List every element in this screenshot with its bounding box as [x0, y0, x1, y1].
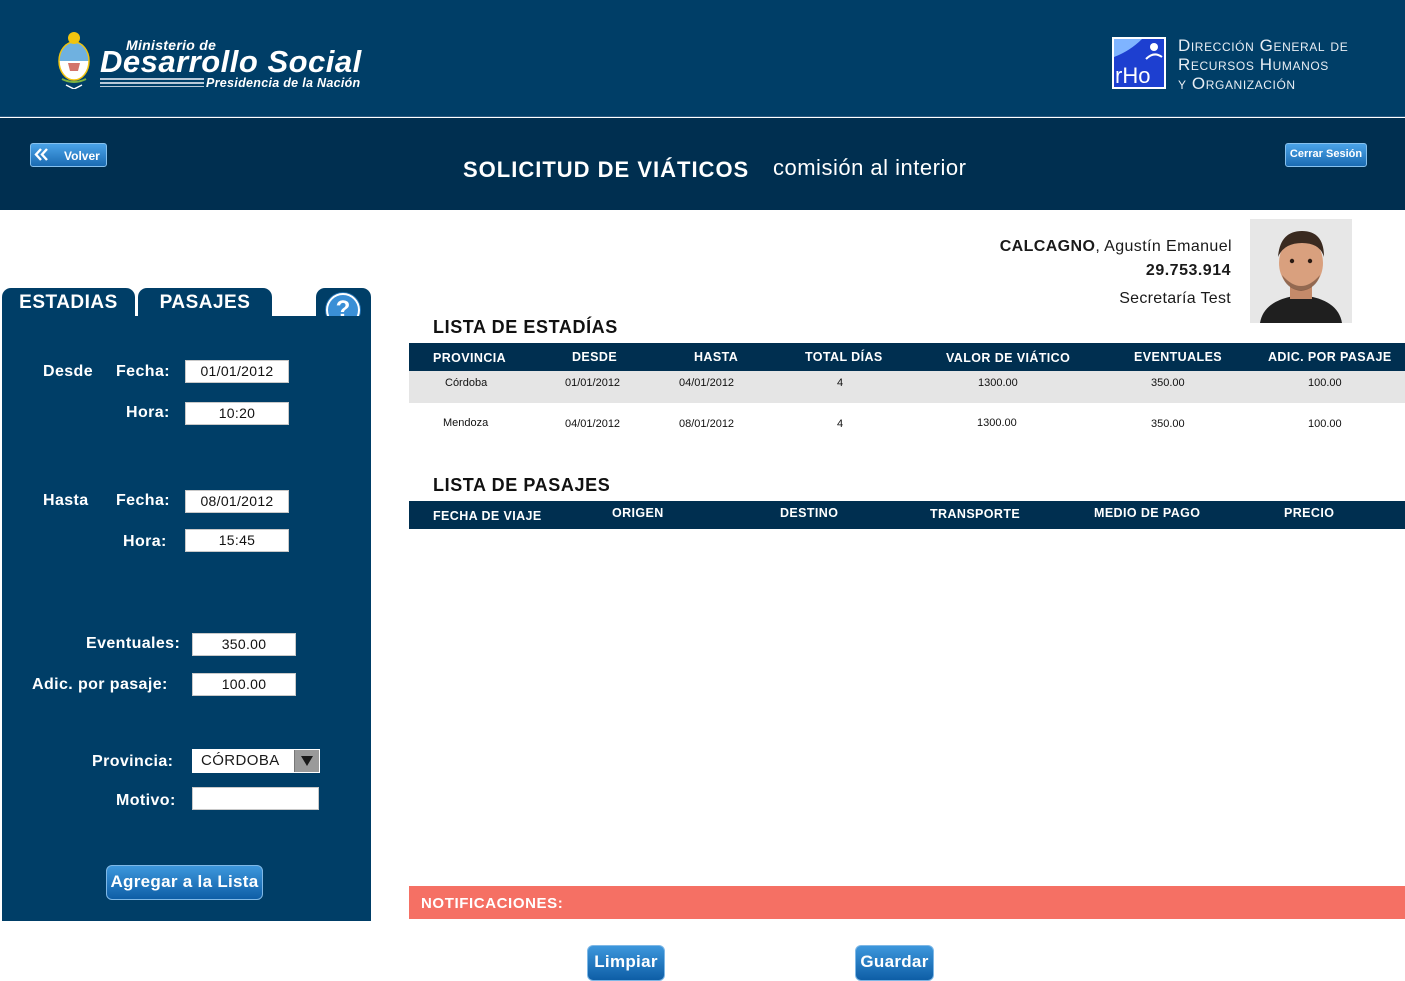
ministry-lines-decoration [100, 78, 204, 87]
col-origen: ORIGEN [612, 506, 664, 520]
col-provincia: PROVINCIA [433, 351, 507, 365]
provincia-select[interactable]: CÓRDOBA [192, 749, 320, 773]
desde-hora-label: Hora: [126, 404, 170, 421]
ministry-line-2: Desarrollo Social [100, 44, 362, 79]
hasta-fecha-input[interactable]: 08/01/2012 [185, 490, 289, 513]
adic-pasaje-label: Adic. por pasaje: [32, 676, 168, 693]
pasajes-table-header: FECHA DE VIAJE ORIGEN DESTINO TRANSPORTE… [409, 501, 1405, 529]
hasta-hora-label: Hora: [123, 533, 167, 550]
top-header: Ministerio de Desarrollo Social Presiden… [0, 0, 1405, 117]
help-tab: ? [316, 288, 371, 327]
col-adic-pasaje: ADIC. POR PASAJE [1268, 350, 1392, 364]
desde-label: Desde [43, 363, 94, 380]
col-fecha-viaje: FECHA DE VIAJE [433, 509, 542, 523]
cell-eventuales: 350.00 [1151, 377, 1185, 389]
tab-estadias[interactable]: ESTADIAS [2, 288, 135, 318]
eventuales-label: Eventuales: [86, 635, 181, 652]
col-transporte: TRANSPORTE [930, 507, 1021, 521]
double-chevron-left-icon [34, 148, 48, 161]
col-eventuales: EVENTUALES [1134, 350, 1223, 364]
desde-hora-input[interactable]: 10:20 [185, 402, 289, 425]
rho-logo-icon: rHo [1112, 37, 1166, 89]
provincia-select-value: CÓRDOBA [201, 752, 280, 769]
hasta-fecha-label: Fecha: [116, 492, 170, 509]
cell-provincia: Mendoza [443, 417, 489, 429]
table-row[interactable]: Mendoza 04/01/2012 08/01/2012 4 1300.00 … [409, 410, 1405, 442]
cell-desde: 04/01/2012 [565, 418, 621, 430]
user-office: Secretaría Test [1119, 290, 1231, 307]
cell-eventuales: 350.00 [1151, 418, 1185, 430]
cell-adic-pasaje: 100.00 [1308, 418, 1342, 430]
user-given-name: , Agustín Emanuel [1095, 238, 1232, 255]
user-avatar [1250, 219, 1352, 323]
cell-hasta: 04/01/2012 [679, 377, 735, 389]
notifications-label: NOTIFICACIONES: [421, 895, 564, 912]
col-destino: DESTINO [780, 506, 839, 520]
add-to-list-button[interactable]: Agregar a la Lista [106, 865, 263, 900]
cell-desde: 01/01/2012 [565, 377, 621, 389]
hasta-label: Hasta [43, 492, 89, 509]
save-button[interactable]: Guardar [855, 945, 934, 981]
desde-fecha-label: Fecha: [116, 363, 170, 380]
hasta-hora-input[interactable]: 15:45 [185, 529, 289, 552]
clear-button[interactable]: Limpiar [587, 945, 665, 981]
provincia-label: Provincia: [92, 753, 174, 770]
rho-logo-text: rHo [1115, 63, 1150, 88]
col-desde: DESDE [572, 350, 618, 364]
col-total-dias: TOTAL DÍAS [805, 350, 883, 364]
direccion-line-3: y Organización [1178, 74, 1296, 93]
direccion-line-2: Recursos Humanos [1178, 55, 1329, 74]
estadias-form-panel: Desde Fecha: 01/01/2012 Hora: 10:20 Hast… [2, 316, 371, 921]
user-name: CALCAGNO, Agustín Emanuel [1000, 238, 1232, 256]
argentina-crest-icon [58, 32, 90, 89]
cell-total-dias: 4 [837, 418, 844, 430]
ministry-line-3: Presidencia de la Nación [206, 76, 361, 90]
pasajes-list-title: LISTA DE PASAJES [433, 475, 611, 495]
direccion-line-1: Dirección General de [1178, 36, 1349, 55]
estadias-list-title: LISTA DE ESTADÍAS [433, 317, 618, 337]
triangle-down-icon [301, 756, 313, 766]
col-hasta: HASTA [694, 350, 739, 364]
page-title: SOLICITUD DE VIÁTICOS [463, 157, 750, 182]
adic-pasaje-input[interactable]: 100.00 [192, 673, 296, 696]
motivo-input[interactable] [192, 787, 319, 810]
cell-valor-viatico: 1300.00 [977, 417, 1017, 429]
cell-provincia: Córdoba [445, 377, 488, 389]
cell-total-dias: 4 [837, 377, 844, 389]
desde-fecha-input[interactable]: 01/01/2012 [185, 360, 289, 383]
back-button[interactable]: Volver [30, 143, 107, 167]
table-row[interactable]: Córdoba 01/01/2012 04/01/2012 4 1300.00 … [409, 371, 1405, 403]
notifications-bar: NOTIFICACIONES: [409, 886, 1405, 919]
cell-hasta: 08/01/2012 [679, 418, 735, 430]
page-subtitle: comisión al interior [773, 155, 967, 180]
rho-logo: rHo [1112, 37, 1166, 89]
col-valor-viatico: VALOR DE VIÁTICO [946, 351, 1071, 365]
user-photo [1250, 219, 1352, 323]
cell-valor-viatico: 1300.00 [978, 377, 1018, 389]
col-precio: PRECIO [1284, 506, 1335, 520]
logout-button[interactable]: Cerrar Sesión [1285, 143, 1367, 167]
eventuales-input[interactable]: 350.00 [192, 633, 296, 656]
dropdown-arrow[interactable] [294, 750, 319, 772]
ministry-logo: Ministerio de Desarrollo Social Presiden… [54, 27, 394, 91]
user-surname: CALCAGNO [999, 238, 1096, 255]
back-button-label: Volver [64, 149, 100, 163]
tab-pasajes[interactable]: PASAJES [138, 288, 272, 318]
estadias-table-header: PROVINCIA DESDE HASTA TOTAL DÍAS VALOR D… [409, 343, 1405, 371]
title-bar: Volver SOLICITUD DE VIÁTICOS comisión al… [0, 118, 1405, 210]
motivo-label: Motivo: [116, 792, 176, 809]
user-dni: 29.753.914 [1145, 262, 1231, 279]
cell-adic-pasaje: 100.00 [1308, 377, 1342, 389]
col-medio-pago: MEDIO DE PAGO [1094, 506, 1201, 520]
direccion-text: Dirección General de Recursos Humanos y … [1178, 36, 1348, 93]
